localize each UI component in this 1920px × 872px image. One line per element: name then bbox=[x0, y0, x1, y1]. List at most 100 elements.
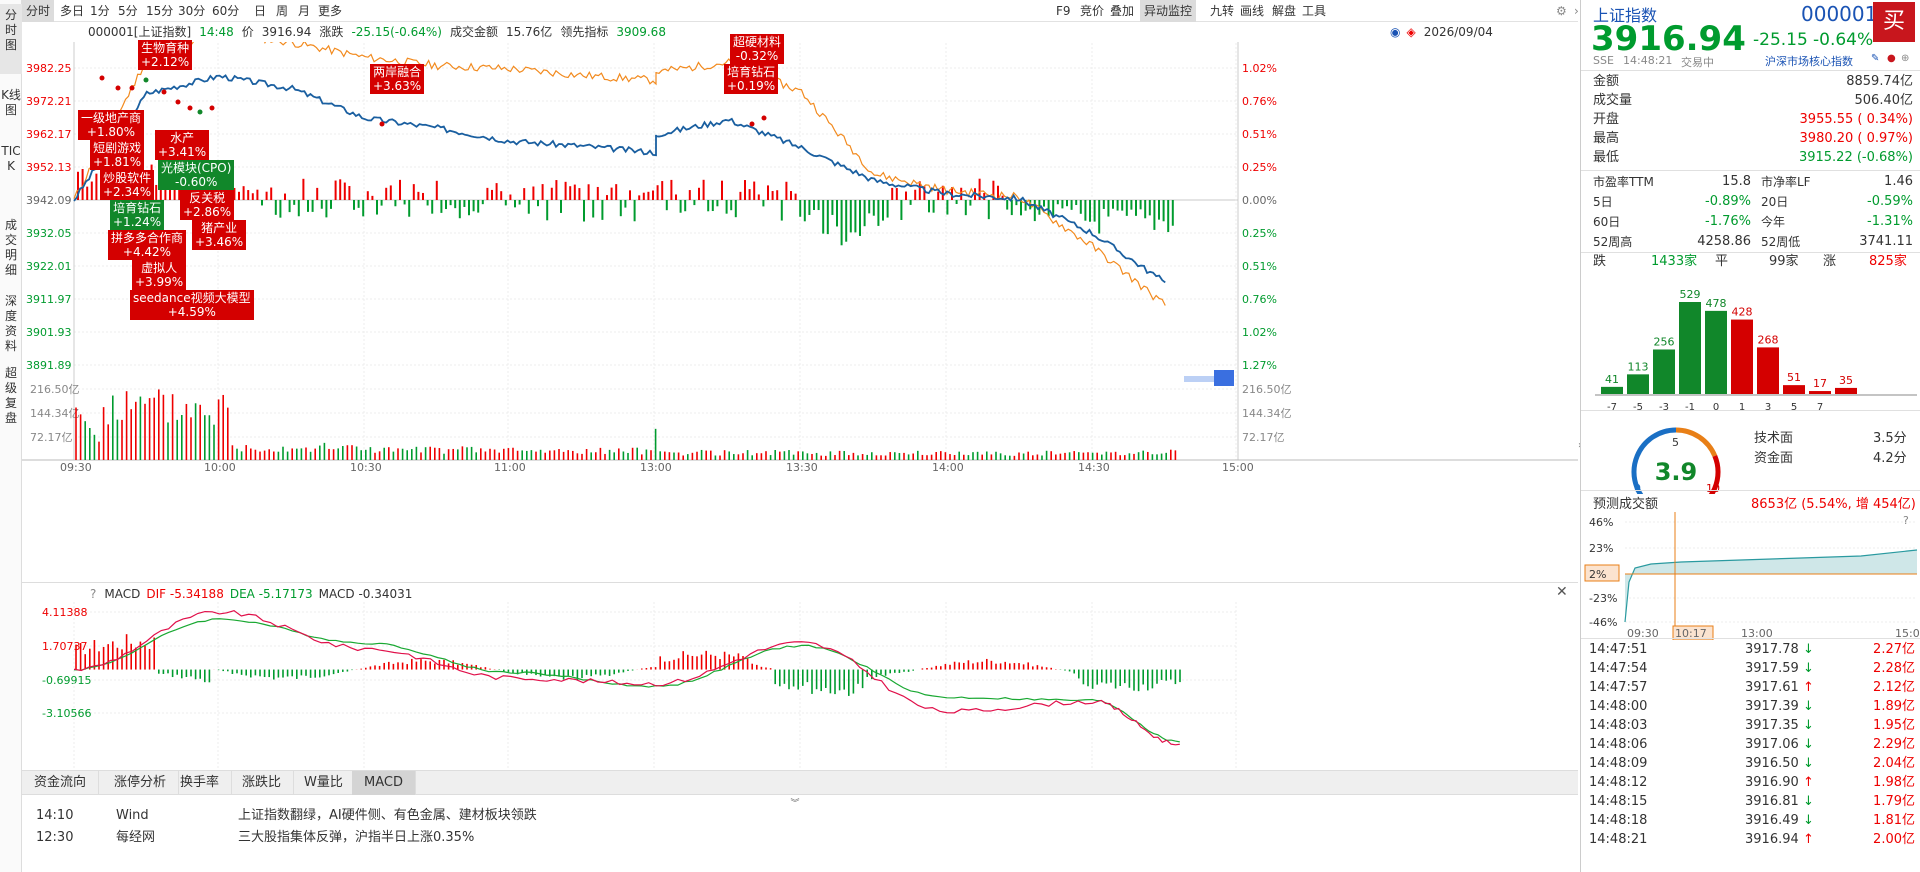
period-tab[interactable]: 月 bbox=[294, 0, 314, 22]
event-tag[interactable]: 反关税 +2.86% bbox=[180, 190, 235, 220]
event-tag[interactable]: 两岸融合 +3.63% bbox=[370, 64, 425, 94]
dist-axis-tick: -7 bbox=[1607, 402, 1617, 410]
period-tab[interactable]: 60分 bbox=[208, 0, 243, 22]
event-tag-value: +1.24% bbox=[113, 215, 162, 229]
event-tag[interactable]: 水产 +3.41% bbox=[155, 130, 210, 160]
left-nav-tab[interactable]: 成交明细 bbox=[0, 214, 22, 286]
dist-bar-label: 113 bbox=[1628, 360, 1649, 373]
period-tab[interactable]: 分时 bbox=[22, 0, 55, 22]
event-dot[interactable] bbox=[187, 105, 193, 111]
event-tag[interactable]: 短剧游戏 +1.81% bbox=[90, 140, 145, 170]
arrow-up-icon: ↑ bbox=[1803, 775, 1814, 790]
event-tag-value: +1.80% bbox=[86, 125, 136, 139]
event-tag[interactable]: 生物育种 +2.12% bbox=[138, 40, 193, 70]
score-gauge: 3.90510 bbox=[1631, 427, 1721, 494]
period-tab[interactable]: 15分 bbox=[142, 0, 177, 22]
event-tag[interactable]: seedance视频大模型 +4.59% bbox=[130, 290, 254, 320]
toolbar-item[interactable]: F9 bbox=[1052, 0, 1075, 22]
period-tab[interactable]: 更多 bbox=[314, 0, 346, 22]
event-tag-name: 猪产业 bbox=[201, 221, 238, 235]
event-tag[interactable]: 炒股软件 +2.34% bbox=[100, 170, 155, 200]
period-tab[interactable]: 5分 bbox=[114, 0, 142, 22]
toolbar-item[interactable]: 竞价 bbox=[1076, 0, 1108, 22]
toolbar-item[interactable]: 解盘 bbox=[1268, 0, 1300, 22]
period-tab[interactable]: 周 bbox=[272, 0, 292, 22]
tick-volume: 2.29亿 bbox=[1873, 737, 1915, 752]
event-tag[interactable]: 培育钻石 +1.24% bbox=[110, 200, 165, 230]
news-source: 每经网 bbox=[116, 830, 156, 845]
toolbar-item[interactable]: 工具 bbox=[1298, 0, 1330, 22]
gear-icon[interactable]: ⚙ bbox=[1552, 0, 1571, 22]
tick-time: 14:47:51 bbox=[1589, 642, 1648, 657]
event-dot[interactable] bbox=[129, 85, 135, 91]
event-dot[interactable] bbox=[761, 115, 767, 121]
event-tag[interactable]: 光模块(CPO) -0.60% bbox=[158, 160, 235, 190]
news-list: 14:10 Wind 上证指数翻绿，AI硬件侧、有色金属、建材板块领跌 12:30 每经… bbox=[22, 806, 1578, 872]
event-tag[interactable]: 培育钻石 +0.19% bbox=[724, 64, 779, 94]
edit-icon[interactable]: ✎ bbox=[1871, 53, 1879, 64]
indicator-tab[interactable]: MACD bbox=[352, 771, 416, 795]
event-tag[interactable]: 虚拟人 +3.99% bbox=[132, 260, 187, 290]
core-index-link[interactable]: 沪深市场核心指数 bbox=[1765, 53, 1853, 69]
price-value: 3916.94 bbox=[261, 25, 312, 39]
indicator-tab[interactable]: W量比 bbox=[292, 771, 356, 795]
left-nav-tab[interactable]: 深度资料 bbox=[0, 290, 22, 356]
news-item[interactable]: 12:30 每经网 三大股指集体反弹，沪指半日上涨0.35% bbox=[22, 828, 1578, 848]
event-tag[interactable]: 超硬材料 -0.32% bbox=[730, 34, 785, 64]
toolbar-item[interactable]: 画线 bbox=[1236, 0, 1268, 22]
add-icon[interactable]: ⊕ bbox=[1901, 53, 1909, 64]
amount-label: 成交金额 bbox=[449, 25, 498, 39]
forecast-axis-tick: 46% bbox=[1589, 516, 1613, 529]
bell-icon[interactable]: ● bbox=[1887, 53, 1896, 64]
indicator-tab[interactable]: 换手率 bbox=[168, 771, 233, 795]
event-dot[interactable] bbox=[143, 77, 149, 83]
period-tab[interactable]: 多日 bbox=[56, 0, 88, 22]
macd-value: -0.34031 bbox=[358, 587, 413, 601]
left-nav-tab[interactable]: 超级复盘 bbox=[0, 362, 22, 432]
toolbar-item[interactable]: 异动监控 bbox=[1140, 0, 1197, 22]
refresh-icon[interactable]: ◉ bbox=[1390, 25, 1400, 39]
alert-icon[interactable]: ◈ bbox=[1406, 25, 1415, 39]
volume-axis-tick: 144.34亿 bbox=[1242, 407, 1292, 420]
event-dot[interactable] bbox=[749, 121, 755, 127]
intraday-chart[interactable]: 3992.291.27%3982.251.02%3972.210.76%3962… bbox=[22, 42, 1578, 582]
dist-bar bbox=[1679, 302, 1701, 394]
event-tag[interactable]: 拼多多合作商 +4.42% bbox=[108, 230, 187, 260]
news-headline[interactable]: 上证指数翻绿，AI硬件侧、有色金属、建材板块领跌 bbox=[238, 806, 537, 826]
stat-row: 成交量 506.40亿 bbox=[1593, 91, 1913, 111]
period-tab[interactable]: 1分 bbox=[86, 0, 114, 22]
event-dot[interactable] bbox=[115, 85, 121, 91]
indicator-tab[interactable]: 涨跌比 bbox=[230, 771, 295, 795]
tick-time: 14:48:09 bbox=[1589, 756, 1648, 771]
ratio-label: 市净率LF bbox=[1761, 175, 1811, 189]
news-item[interactable]: 14:10 Wind 上证指数翻绿，AI硬件侧、有色金属、建材板块领跌 bbox=[22, 806, 1578, 826]
macd-chart[interactable]: 4.113881.70737-0.69915-3.10566 bbox=[22, 582, 1578, 770]
left-nav-tab[interactable]: K线图 bbox=[0, 84, 22, 136]
indicator-tab[interactable]: 资金流向 bbox=[22, 771, 100, 795]
event-dot[interactable] bbox=[209, 105, 215, 111]
event-dot[interactable] bbox=[99, 75, 105, 81]
stat-row: 金额 8859.74亿 bbox=[1593, 72, 1913, 92]
event-tag[interactable]: 一级地产商 +1.80% bbox=[78, 110, 145, 140]
toolbar-item[interactable]: 叠加 bbox=[1106, 0, 1138, 22]
left-nav-tab[interactable]: TICK bbox=[0, 140, 22, 210]
left-nav-tab[interactable]: 分时图 bbox=[0, 4, 22, 74]
period-tab[interactable]: 日 bbox=[250, 0, 270, 22]
event-dot[interactable] bbox=[197, 109, 203, 115]
forecast-help-icon[interactable]: ? bbox=[1903, 514, 1909, 527]
news-headline[interactable]: 三大股指集体反弹，沪指半日上涨0.35% bbox=[238, 828, 474, 848]
macd-help-icon[interactable]: ? bbox=[90, 587, 96, 601]
event-tag[interactable]: 猪产业 +3.46% bbox=[192, 220, 247, 250]
macd-close-icon[interactable]: ✕ bbox=[1556, 584, 1568, 600]
period-tab[interactable]: 30分 bbox=[174, 0, 209, 22]
toolbar-item[interactable]: 九转 bbox=[1206, 0, 1238, 22]
event-dot[interactable] bbox=[175, 99, 181, 105]
event-dot[interactable] bbox=[379, 121, 385, 127]
stat-value: 3980.20 ( 0.97%) bbox=[1799, 131, 1913, 146]
buy-button[interactable]: 买 bbox=[1873, 2, 1915, 42]
collapse-chevron-icon[interactable]: ︾ bbox=[785, 796, 805, 809]
event-tag-name: 光模块(CPO) bbox=[161, 161, 232, 175]
tick-price: 3917.39 bbox=[1745, 699, 1799, 714]
fund-score: 4.2分 bbox=[1873, 451, 1907, 466]
event-dot[interactable] bbox=[161, 89, 167, 95]
